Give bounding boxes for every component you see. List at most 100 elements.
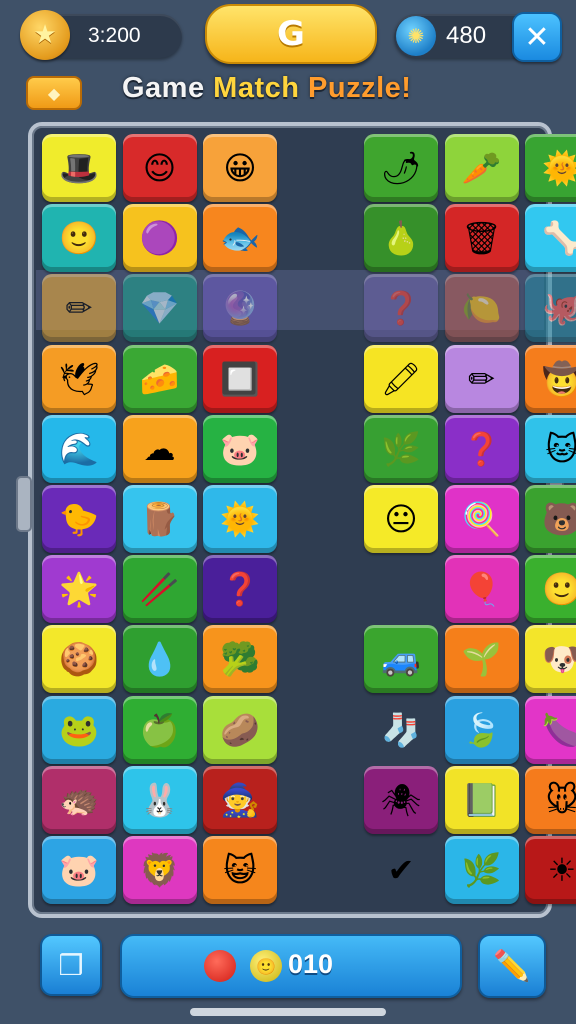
octopus-icon: 🐙 [542, 289, 576, 328]
tile[interactable]: 🕊 [42, 344, 116, 413]
trash-can-icon: 🗑 [461, 219, 502, 258]
tile[interactable]: 🌞 [203, 485, 277, 553]
tile[interactable]: 🦔 [42, 765, 116, 834]
tile[interactable]: 🦁 [122, 836, 197, 904]
left-side-handle [16, 476, 32, 532]
tile[interactable]: 🌿 [444, 836, 519, 904]
tile[interactable]: 🌞 [525, 134, 576, 202]
tile[interactable]: 🥦 [203, 625, 277, 694]
tile[interactable]: 🌊 [42, 414, 116, 483]
tile[interactable]: 🐰 [122, 765, 197, 834]
tile[interactable]: 🍪 [42, 625, 116, 694]
cowboy-face-icon: 🤠 [542, 359, 576, 398]
tile[interactable]: 🤠 [525, 344, 576, 413]
loose-item[interactable]: 🧦 [364, 696, 438, 764]
tile[interactable]: 🧙 [203, 765, 277, 834]
center-menu-button[interactable]: G [205, 4, 377, 64]
tile[interactable]: 🍐 [364, 204, 438, 273]
hedgehog-icon: 🦔 [59, 780, 99, 819]
loose-item[interactable]: ✔ [364, 836, 438, 904]
sticks-icon: 🥢 [139, 570, 180, 609]
tile[interactable]: ✏ [42, 274, 116, 343]
close-icon: ✕ [524, 19, 550, 55]
tile[interactable]: 🦴 [525, 204, 576, 273]
tile[interactable]: 🖍 [364, 344, 438, 413]
orange-face-icon: 😐 [384, 500, 418, 538]
tile[interactable]: 🙂 [525, 555, 576, 624]
tile[interactable]: 🌟 [42, 555, 116, 624]
purple-cat-icon: 😺 [223, 851, 257, 889]
blue-hook-icon: ❓ [220, 570, 260, 609]
tile[interactable]: ✏ [444, 344, 519, 413]
tile[interactable]: 🕷 [364, 765, 438, 834]
yellow-face-icon: 🙂 [59, 219, 99, 258]
tile[interactable]: 🥢 [122, 555, 197, 624]
tile[interactable]: 🥕 [444, 134, 519, 202]
tile[interactable]: 🔲 [203, 344, 277, 413]
fish-icon: 🐟 [220, 219, 260, 258]
gem-count: 480 [446, 22, 487, 49]
chick-icon: 🐤 [59, 500, 99, 538]
tile[interactable]: 🐱 [525, 414, 576, 483]
tile[interactable]: 🐤 [42, 485, 116, 553]
tile[interactable]: 🍏 [122, 695, 197, 764]
tile[interactable]: ☁ [122, 414, 197, 483]
tile[interactable]: 💧 [122, 625, 197, 694]
tile[interactable]: 😊 [122, 134, 197, 202]
tile[interactable]: 🐙 [525, 274, 576, 343]
tile[interactable]: 🐻 [525, 485, 576, 553]
tile[interactable]: 😺 [203, 836, 277, 904]
checkmark-icon: ✔ [387, 851, 415, 889]
tile[interactable]: 🐟 [203, 204, 277, 273]
tile[interactable]: 🌱 [444, 625, 519, 694]
purple-hook-icon: ❓ [461, 429, 502, 468]
tile[interactable]: 🐶 [525, 625, 576, 694]
tile[interactable]: 🎩 [42, 134, 116, 202]
title-part-2: Match [213, 72, 309, 104]
tile[interactable]: 🍃 [444, 695, 519, 764]
pear-icon: 🍐 [381, 219, 421, 258]
tile[interactable]: 🗑 [444, 204, 519, 273]
tile[interactable]: ❓ [364, 274, 438, 343]
balloon-icon: 🎈 [461, 570, 502, 609]
cone-icon: 🥕 [461, 149, 502, 187]
pink-pig-icon: 🐷 [59, 851, 99, 889]
tile[interactable]: ☀ [525, 836, 576, 904]
tile[interactable]: 🌿 [364, 414, 438, 483]
tile[interactable]: 🟣 [122, 204, 197, 273]
tile[interactable]: 😐 [364, 485, 438, 553]
tile[interactable]: 💎 [122, 274, 197, 343]
bird-icon: 🕊 [58, 359, 100, 398]
cat-face-icon: 🐱 [545, 429, 576, 468]
tile[interactable]: 🪵 [122, 485, 197, 553]
pencil-button[interactable]: ✏️ [478, 934, 546, 998]
tile[interactable]: 🚙 [364, 625, 438, 694]
spider-sun-icon: 🕷 [380, 780, 422, 819]
tile[interactable]: 🔮 [203, 274, 277, 343]
tile[interactable]: ❓ [444, 414, 519, 483]
score-value: 010 [288, 949, 334, 979]
stone-icon: 🥔 [220, 710, 260, 749]
tile[interactable]: 🍋 [444, 274, 519, 343]
tile[interactable]: 🙂 [42, 204, 116, 273]
tile[interactable]: ❓ [203, 555, 277, 624]
tile[interactable]: 😀 [203, 134, 277, 202]
tile[interactable]: 🍭 [444, 485, 519, 553]
tile[interactable]: 🐷 [42, 836, 116, 904]
tile[interactable]: 🐸 [42, 695, 116, 764]
tile[interactable]: 🎈 [444, 555, 519, 624]
gem-icon: ✺ [396, 16, 436, 56]
tile[interactable]: 🥔 [203, 695, 277, 764]
tile[interactable]: 📗 [444, 765, 519, 834]
tile[interactable]: 🐭 [525, 765, 576, 834]
car-icon: 🚙 [381, 640, 421, 679]
level-badge[interactable]: ◆ [26, 76, 82, 110]
leaf-icon: 🌿 [381, 429, 421, 468]
close-button[interactable]: ✕ [512, 12, 562, 62]
tile[interactable]: 🍆 [525, 695, 576, 764]
ice-block-button[interactable]: ❒ [40, 934, 102, 996]
tile[interactable]: 🧀 [122, 344, 197, 413]
tile[interactable]: 🌶 [364, 134, 438, 202]
home-indicator [190, 1008, 386, 1016]
tile[interactable]: 🐷 [203, 414, 277, 483]
